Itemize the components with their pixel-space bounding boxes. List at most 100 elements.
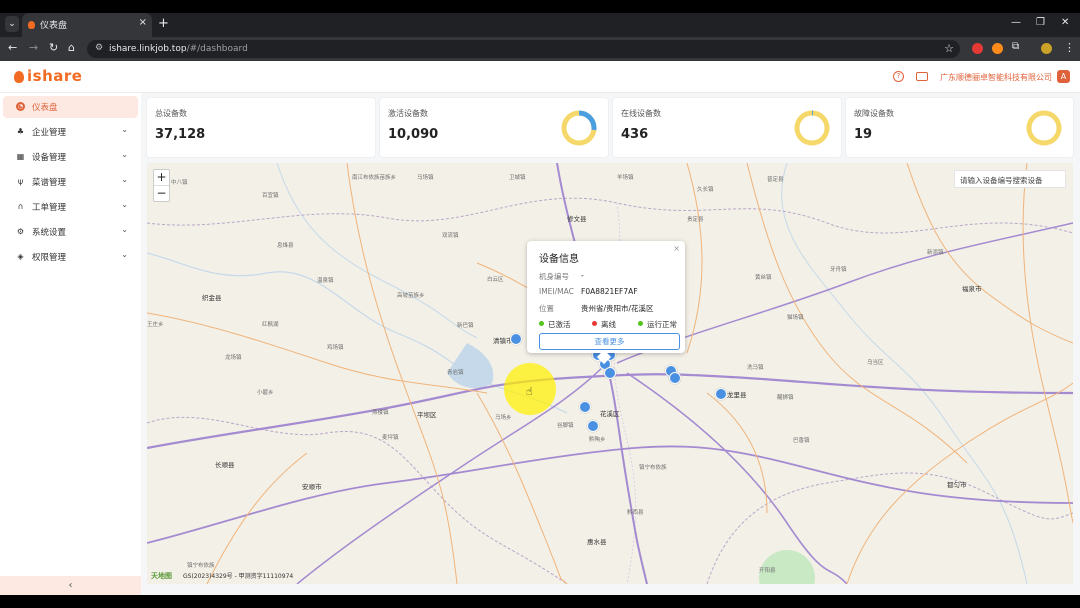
- popup-title: 设备信息: [539, 254, 579, 265]
- minimize-icon[interactable]: —: [1011, 17, 1021, 28]
- extensions-puzzle-icon[interactable]: ⧉: [1012, 41, 1019, 52]
- map-label: 镇宁布依族: [639, 465, 667, 471]
- stat-label: 故障设备数: [854, 109, 894, 118]
- status-dot-icon: [638, 321, 643, 326]
- stat-value: 19: [854, 127, 873, 142]
- home-icon[interactable]: ⌂: [68, 41, 75, 54]
- dashboard-icon: ◔: [16, 102, 25, 111]
- map-label-city: 长顺县: [215, 461, 235, 469]
- chevron-down-icon: ⌄: [121, 175, 128, 184]
- close-window-icon[interactable]: ✕: [1061, 17, 1069, 28]
- map-label: 王庄乡: [147, 322, 164, 328]
- new-tab-button[interactable]: +: [158, 16, 169, 31]
- bookmark-star-icon[interactable]: ☆: [944, 42, 954, 55]
- site-info-icon[interactable]: ⚙: [95, 43, 103, 53]
- tab-close-icon[interactable]: ×: [139, 17, 147, 28]
- profile-avatar[interactable]: [1041, 43, 1052, 54]
- stat-card-fault: 故障设备数 19: [846, 98, 1073, 157]
- map-label: 新巴镇: [457, 323, 474, 329]
- device-search-input[interactable]: 请输入设备编号搜索设备: [954, 170, 1066, 188]
- map-label: 马场镇: [417, 175, 434, 181]
- headset-icon: ∩: [17, 202, 24, 211]
- reload-icon[interactable]: ↻: [49, 41, 58, 54]
- map-label-city: 织金县: [202, 294, 222, 302]
- map-label-city: 安顺市: [302, 483, 322, 491]
- chevron-down-icon: ⌄: [121, 225, 128, 234]
- sidebar-item-label: 菜谱管理: [32, 178, 67, 188]
- map-label: 龙场镇: [225, 355, 242, 361]
- popup-row-label: 位置: [539, 304, 554, 313]
- sidebar-item-tickets[interactable]: ∩ 工单管理 ⌄: [3, 196, 138, 218]
- tab-search-icon[interactable]: ⌄: [5, 16, 19, 32]
- status-dot-icon: [592, 321, 597, 326]
- sidebar-item-settings[interactable]: ⚙ 系统设置 ⌄: [3, 221, 138, 243]
- device-map[interactable]: 中八镇 百宜镇 南江布依族苗族乡 马场镇 卫城镇 羊场镇 修文县 久长镇 普定县…: [147, 163, 1073, 584]
- status-dot-icon: [539, 321, 544, 326]
- online-ring-chart: [794, 110, 830, 146]
- back-icon[interactable]: ←: [8, 41, 17, 54]
- stat-card-activated: 激活设备数 10,090: [380, 98, 608, 157]
- user-avatar[interactable]: A: [1057, 70, 1070, 83]
- chevron-down-icon: ⌄: [121, 150, 128, 159]
- popup-row-value: 贵州省/贵阳市/花溪区: [581, 304, 654, 313]
- sidebar: ◔ 仪表盘 ♣ 企业管理 ⌄ ▦ 设备管理 ⌄ ψ 菜谱管理 ⌄ ∩ 工单管理: [0, 93, 141, 595]
- map-label: 醒狮镇: [777, 395, 794, 401]
- sidebar-item-label: 权限管理: [32, 253, 67, 263]
- popup-row-label: 机身编号: [539, 272, 569, 281]
- device-marker[interactable]: [669, 372, 681, 384]
- status-activated: 已激活: [539, 319, 571, 330]
- forward-icon[interactable]: →: [29, 41, 38, 54]
- sidebar-item-devices[interactable]: ▦ 设备管理 ⌄: [3, 146, 138, 168]
- chevron-down-icon: ⌄: [121, 200, 128, 209]
- map-label: 温泉镇: [317, 278, 334, 284]
- stat-label: 在线设备数: [621, 109, 661, 118]
- cursor-pointer-icon: ☝: [526, 385, 533, 398]
- device-marker[interactable]: [587, 420, 599, 432]
- zoom-out-button[interactable]: −: [154, 186, 169, 202]
- sidebar-item-enterprise[interactable]: ♣ 企业管理 ⌄: [3, 121, 138, 143]
- extension-icon[interactable]: [992, 43, 1003, 54]
- device-marker[interactable]: [579, 401, 591, 413]
- map-label: 燕楼镇: [372, 410, 389, 416]
- mail-icon[interactable]: [916, 72, 928, 81]
- map-label: 南江布依族苗族乡: [352, 175, 397, 181]
- popup-close-icon[interactable]: ×: [673, 244, 680, 253]
- sidebar-collapse-button[interactable]: ‹: [0, 576, 141, 595]
- sidebar-item-label: 仪表盘: [32, 103, 58, 113]
- app-root: ishare ? 广东顺德骊卓智能科技有限公司 A ◔ 仪表盘 ♣ 企业管理 ⌄…: [0, 61, 1080, 595]
- address-bar[interactable]: ⚙ ishare.linkjob.top/#/dashboard ☆: [87, 40, 960, 58]
- map-label: 黔西县: [627, 510, 644, 516]
- browser-tab-dashboard[interactable]: 仪表盘 ×: [22, 13, 152, 37]
- org-icon: ♣: [16, 127, 25, 136]
- map-label: 镇宁布依族: [187, 563, 215, 569]
- menu-kebab-icon[interactable]: ⋮: [1064, 41, 1075, 54]
- zoom-in-button[interactable]: +: [154, 170, 169, 186]
- company-name[interactable]: 广东顺德骊卓智能科技有限公司: [940, 72, 1052, 83]
- sidebar-item-permissions[interactable]: ◈ 权限管理 ⌄: [3, 246, 138, 268]
- map-label: 息烽县: [277, 243, 294, 249]
- map-label-city: 都匀市: [947, 481, 967, 489]
- sidebar-item-recipes[interactable]: ψ 菜谱管理 ⌄: [3, 171, 138, 193]
- screen: ⌄ 仪表盘 × + — ❐ ✕ ← → ↻ ⌂ ⚙ ishare.linkjob…: [0, 0, 1080, 608]
- map-label: 白云区: [487, 277, 504, 283]
- view-more-button[interactable]: 查看更多: [539, 333, 680, 350]
- popup-row-value: -: [581, 271, 584, 280]
- map-label: 百宜镇: [262, 193, 279, 199]
- device-info-popup: × 设备信息 机身编号 - IMEI/MAC F0A8821EF7AF 位置 贵…: [527, 241, 685, 365]
- device-marker[interactable]: [510, 333, 522, 345]
- device-marker[interactable]: [604, 367, 616, 379]
- sidebar-item-label: 设备管理: [32, 153, 67, 163]
- map-label: 高坡苗族乡: [397, 293, 425, 299]
- stat-label: 激活设备数: [388, 109, 428, 118]
- stat-card-online: 在线设备数 436: [613, 98, 841, 157]
- extension-icon[interactable]: [972, 43, 983, 54]
- device-marker[interactable]: [715, 388, 727, 400]
- map-label: 乌当区: [867, 360, 884, 366]
- map-label: 开阳县: [759, 568, 776, 574]
- maximize-icon[interactable]: ❐: [1036, 17, 1045, 28]
- map-label: 巴香镇: [793, 438, 810, 444]
- help-icon[interactable]: ?: [893, 71, 904, 82]
- device-icon: ▦: [16, 152, 25, 161]
- sidebar-item-dashboard[interactable]: ◔ 仪表盘: [3, 96, 138, 118]
- shield-icon: ◈: [17, 252, 24, 261]
